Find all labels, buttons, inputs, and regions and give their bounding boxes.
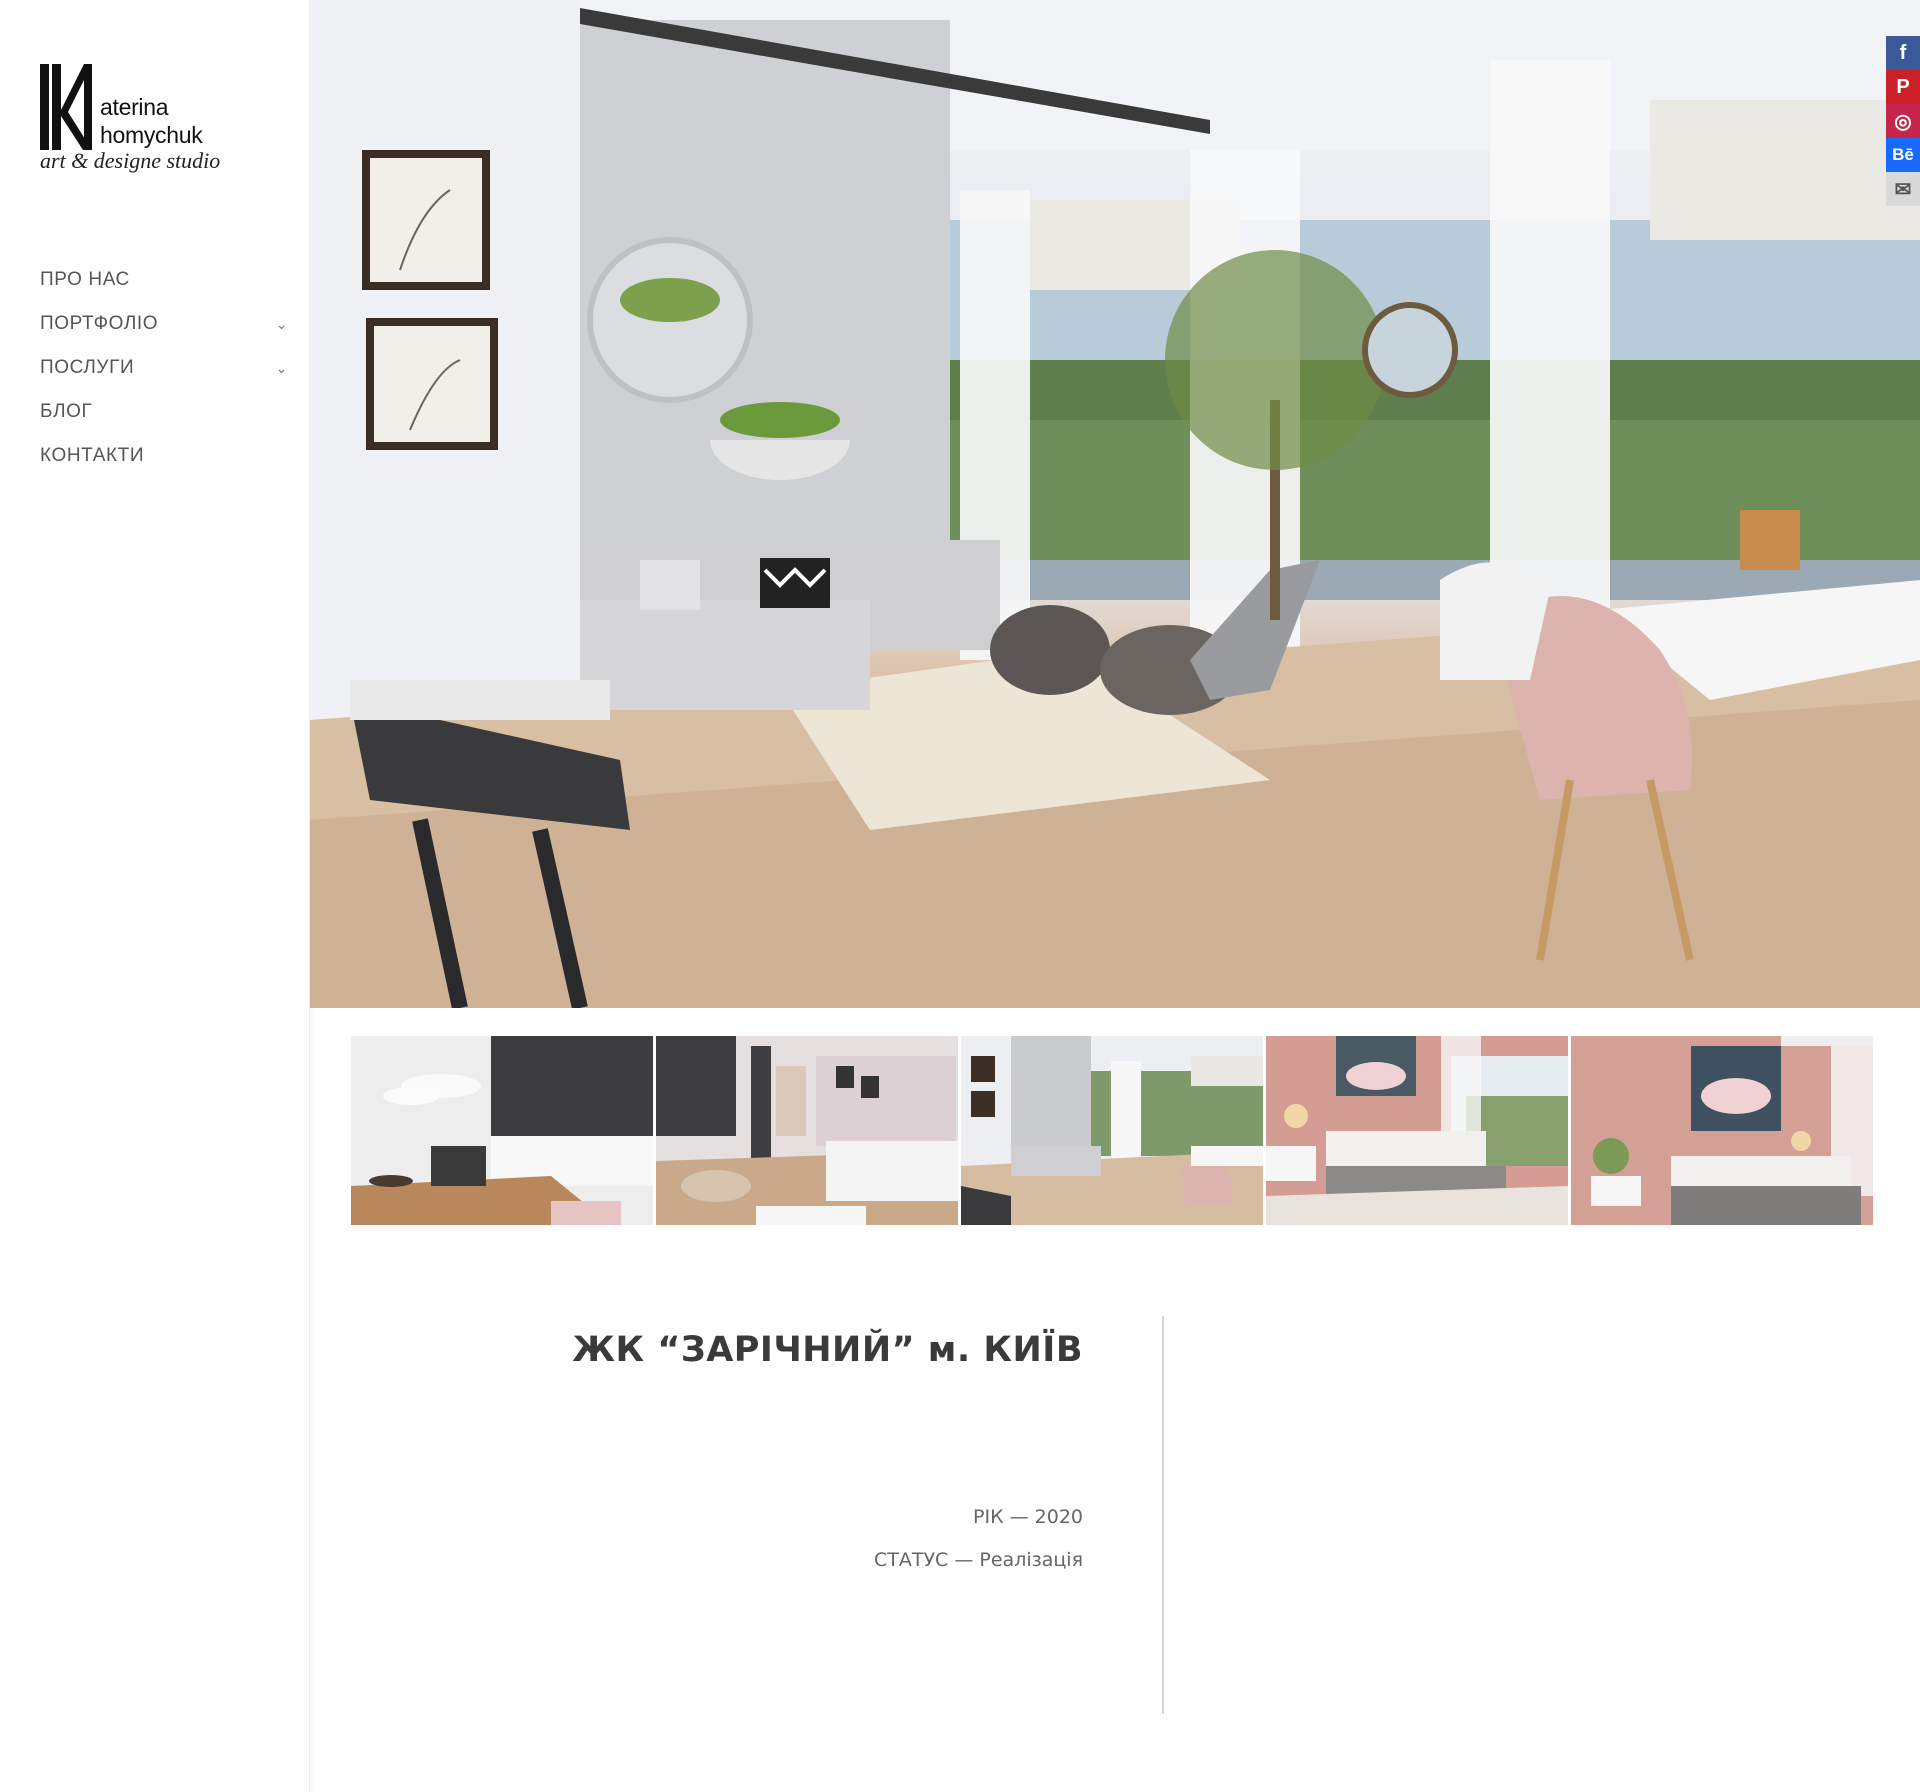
social-links: f P ◎ Bē ✉ xyxy=(1886,36,1920,206)
nav-item-label: БЛОГ xyxy=(40,401,93,422)
gallery-thumbnail[interactable] xyxy=(351,1036,653,1225)
logo-tagline: art & designe studio xyxy=(40,148,221,173)
nav-item-blog[interactable]: БЛОГ xyxy=(40,390,290,434)
chevron-down-icon[interactable]: ⌄ xyxy=(276,360,290,377)
nav-item-label: ПРО НАС xyxy=(40,269,130,290)
behance-icon[interactable]: Bē xyxy=(1886,138,1920,172)
nav-item-services[interactable]: ПОСЛУГИ ⌄ xyxy=(40,346,290,390)
nav-item-label: ПОРТФОЛІО xyxy=(40,313,159,334)
gallery-thumbnails xyxy=(351,1036,1873,1225)
gallery-thumbnail[interactable] xyxy=(1571,1036,1873,1225)
nav-item-portfolio[interactable]: ПОРТФОЛІО ⌄ xyxy=(40,302,290,346)
instagram-icon[interactable]: ◎ xyxy=(1886,104,1920,138)
project-title: ЖК “ЗАРІЧНИЙ” м. КИЇВ xyxy=(572,1330,1083,1370)
gallery-thumbnail[interactable] xyxy=(1266,1036,1568,1225)
logo[interactable]: aterina homychuk art & designe studio xyxy=(40,60,250,190)
logo-name-line1: aterina xyxy=(100,94,169,120)
main-nav: ПРО НАС ПОРТФОЛІО ⌄ ПОСЛУГИ ⌄ БЛОГ КОНТА… xyxy=(40,258,290,478)
nav-item-about[interactable]: ПРО НАС xyxy=(40,258,290,302)
gallery-thumbnail[interactable] xyxy=(961,1036,1263,1225)
nav-item-contacts[interactable]: КОНТАКТИ xyxy=(40,434,290,478)
nav-item-label: ПОСЛУГИ xyxy=(40,357,135,378)
sidebar: aterina homychuk art & designe studio ПР… xyxy=(0,0,310,1792)
vertical-divider xyxy=(1162,1316,1164,1714)
gallery-thumbnail[interactable] xyxy=(656,1036,958,1225)
nav-item-label: КОНТАКТИ xyxy=(40,445,145,466)
chevron-down-icon[interactable]: ⌄ xyxy=(276,316,290,333)
facebook-icon[interactable]: f xyxy=(1886,36,1920,70)
project-status: СТАТУС — Реалізація xyxy=(874,1549,1083,1571)
hero-interior-illustration xyxy=(310,0,1920,1008)
project-year: РІК — 2020 xyxy=(973,1506,1083,1528)
email-icon[interactable]: ✉ xyxy=(1886,172,1920,206)
logo-k-mark-icon xyxy=(40,64,92,150)
hero-image[interactable] xyxy=(310,0,1920,1008)
logo-name-line2: homychuk xyxy=(100,122,203,148)
pinterest-icon[interactable]: P xyxy=(1886,70,1920,104)
